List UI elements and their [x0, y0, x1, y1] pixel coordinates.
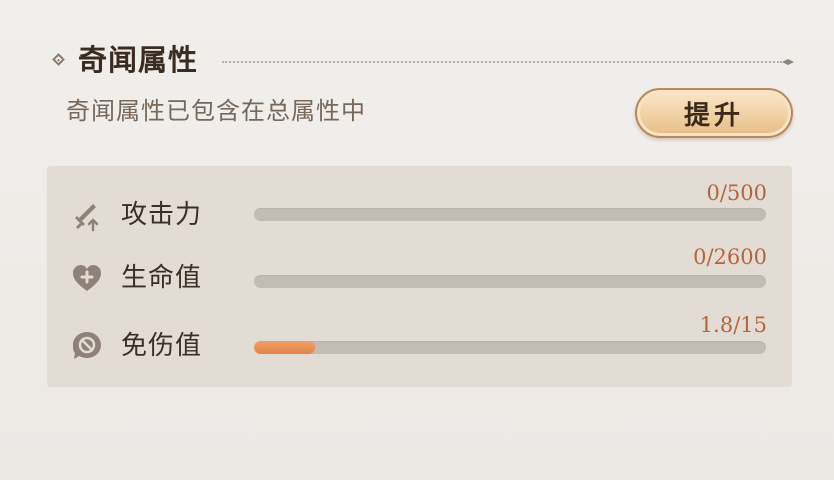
stat-label: 攻击力	[121, 200, 203, 230]
upgrade-button-label: 提升	[683, 100, 744, 131]
section-title: 奇闻属性	[78, 43, 199, 77]
progress-bar-track	[254, 208, 766, 221]
section-subtitle: 奇闻属性已包含在总属性中	[66, 97, 366, 125]
upgrade-button[interactable]: 提升	[635, 88, 793, 138]
stat-value: 0/500	[706, 181, 767, 205]
section-header: 奇闻属性	[52, 40, 797, 84]
dotted-divider	[222, 61, 782, 63]
progress-bar-track	[254, 275, 766, 288]
stat-row-damage-reduction: 免伤值 1.8/15	[47, 313, 792, 376]
stat-row-hp: 生命值 0/2600	[47, 245, 792, 312]
stats-panel: 攻击力 0/500 生命值 0/2600 免伤值 1.8/15	[47, 166, 792, 387]
heart-plus-icon	[69, 260, 105, 296]
stat-label: 生命值	[121, 263, 203, 293]
progress-bar-track	[254, 341, 766, 354]
progress-bar-fill	[254, 341, 316, 354]
sword-up-icon	[69, 200, 105, 236]
stat-value: 0/2600	[693, 245, 767, 269]
stat-row-attack: 攻击力 0/500	[47, 181, 792, 248]
stat-value: 1.8/15	[699, 313, 767, 337]
stat-label: 免伤值	[121, 331, 203, 361]
divider-end-ornament	[782, 59, 794, 65]
no-damage-shield-icon	[69, 328, 105, 364]
diamond-bullet-icon	[52, 53, 65, 66]
